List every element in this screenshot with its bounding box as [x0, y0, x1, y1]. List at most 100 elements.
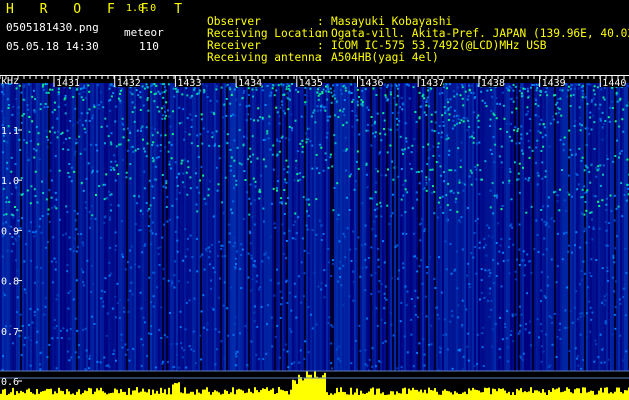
noise-speck: [549, 122, 552, 125]
noise-speck: [338, 240, 341, 243]
header-panel: H R O F F T 1.0.0 0505181430.png meteor …: [0, 0, 629, 75]
noise-column: [64, 83, 66, 375]
noise-speck: [621, 118, 624, 121]
noise-speck: [537, 115, 540, 118]
noise-speck: [442, 171, 445, 174]
baseline-bar: [578, 388, 580, 400]
noise-speck: [448, 83, 451, 86]
noise-speck: [307, 198, 310, 201]
baseline-bar: [216, 391, 218, 400]
noise-speck: [146, 98, 149, 101]
noise-speck: [573, 306, 576, 309]
noise-speck: [614, 120, 617, 123]
noise-speck: [105, 364, 108, 367]
noise-speck: [374, 120, 376, 123]
noise-speck: [583, 169, 586, 172]
baseline-bar: [124, 391, 126, 400]
noise-speck: [189, 96, 192, 99]
noise-speck: [502, 251, 504, 254]
noise-column: [42, 83, 44, 375]
noise-column: [130, 83, 132, 375]
noise-speck: [387, 128, 390, 131]
noise-speck: [596, 169, 599, 172]
noise-speck: [199, 255, 202, 258]
noise-column: [248, 83, 250, 375]
noise-speck: [7, 107, 10, 109]
noise-speck: [198, 92, 200, 95]
baseline-bar: [68, 391, 70, 400]
noise-speck: [462, 355, 465, 358]
noise-speck: [390, 84, 393, 87]
noise-speck: [254, 180, 257, 183]
noise-column: [586, 83, 588, 375]
noise-speck: [12, 105, 15, 108]
noise-speck: [394, 166, 397, 169]
noise-speck: [389, 312, 392, 314]
noise-speck: [471, 85, 474, 87]
noise-speck: [459, 166, 462, 169]
noise-speck: [10, 213, 13, 216]
noise-speck: [619, 152, 622, 155]
noise-speck: [262, 158, 265, 161]
noise-speck: [46, 356, 49, 359]
minute-label: 1437: [420, 78, 444, 89]
noise-speck: [467, 95, 470, 98]
noise-speck: [150, 229, 153, 232]
noise-speck: [39, 363, 41, 366]
noise-speck: [133, 120, 136, 123]
noise-speck: [298, 361, 301, 364]
noise-speck: [250, 257, 253, 260]
noise-speck: [540, 90, 543, 93]
noise-speck: [485, 254, 488, 257]
noise-speck: [229, 102, 232, 105]
baseline-bar: [342, 391, 344, 400]
noise-speck: [602, 96, 605, 99]
noise-speck: [566, 326, 569, 329]
noise-speck: [429, 168, 432, 171]
noise-speck: [116, 282, 119, 285]
noise-column: [48, 83, 50, 375]
noise-speck: [311, 167, 314, 170]
baseline-bar: [454, 391, 456, 400]
noise-column: [210, 83, 212, 375]
noise-speck: [62, 327, 65, 330]
noise-speck: [215, 88, 218, 91]
noise-column: [24, 83, 26, 375]
noise-speck: [551, 115, 554, 118]
noise-speck: [211, 136, 214, 139]
baseline-bar: [474, 389, 476, 400]
noise-column: [622, 83, 624, 375]
baseline-bar: [188, 393, 190, 400]
noise-speck: [1, 255, 4, 258]
noise-speck: [253, 199, 256, 202]
noise-speck: [523, 274, 526, 277]
noise-speck: [163, 117, 166, 120]
noise-speck: [599, 103, 602, 106]
noise-column: [152, 83, 154, 375]
noise-speck: [45, 129, 48, 132]
noise-column: [280, 83, 282, 375]
noise-speck: [276, 180, 279, 183]
noise-speck: [503, 117, 506, 120]
noise-speck: [46, 136, 48, 139]
baseline-bar: [432, 390, 434, 400]
noise-speck: [77, 233, 80, 235]
noise-speck: [521, 149, 523, 152]
baseline-bar: [464, 391, 466, 400]
noise-speck: [518, 248, 521, 251]
noise-speck: [528, 260, 531, 263]
baseline-bar: [328, 395, 330, 400]
noise-speck: [227, 223, 230, 226]
baseline-bar: [346, 394, 348, 400]
noise-speck: [457, 304, 460, 307]
noise-speck: [519, 86, 522, 89]
noise-speck: [339, 109, 342, 112]
noise-speck: [528, 177, 531, 179]
noise-speck: [485, 105, 488, 108]
baseline-bar: [154, 393, 156, 400]
noise-speck: [161, 174, 164, 176]
baseline-bar: [130, 394, 132, 400]
noise-speck: [440, 136, 443, 139]
baseline-bar: [538, 391, 540, 400]
noise-speck: [212, 111, 215, 114]
